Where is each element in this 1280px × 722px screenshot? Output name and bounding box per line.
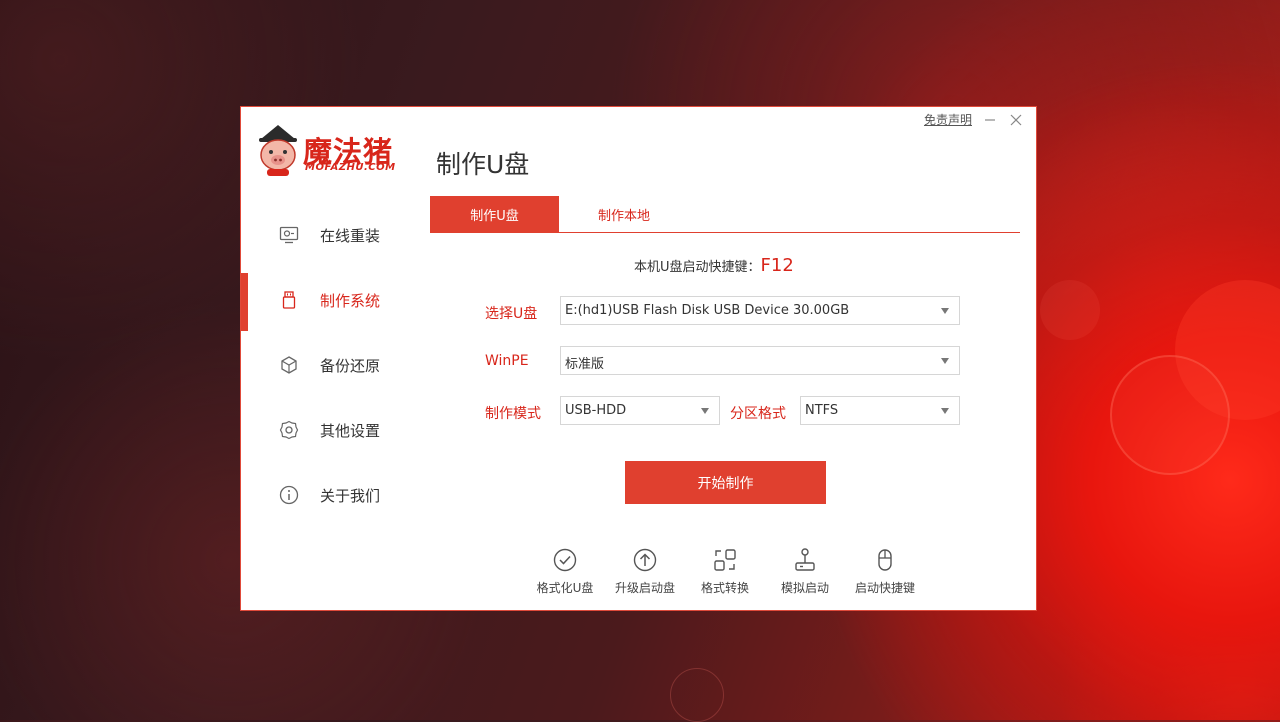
tool-upgrade-boot-disk[interactable]: 升级启动盘 <box>605 547 685 596</box>
sidebar-item-label: 其他设置 <box>320 422 381 440</box>
window-controls: 免责声明 <box>924 111 1024 128</box>
upload-circle-icon <box>633 548 657 572</box>
sidebar-item-label: 备份还原 <box>320 357 381 375</box>
mode-select-value: USB-HDD <box>565 403 627 418</box>
winpe-select-label: WinPE <box>485 353 529 369</box>
check-circle-icon <box>553 548 577 572</box>
minimize-icon <box>985 118 995 121</box>
tool-label: 启动快捷键 <box>854 581 915 595</box>
mode-select-label: 制作模式 <box>485 406 541 422</box>
tool-boot-hotkey[interactable]: 启动快捷键 <box>845 547 925 596</box>
hotkey-label: 本机U盘启动快捷键： <box>634 260 761 275</box>
usb-select-label: 选择U盘 <box>485 306 538 322</box>
sidebar: 在线重装 制作系统 备份还原 其他设置 关于我们 <box>241 203 421 528</box>
tool-label: 升级启动盘 <box>614 581 675 595</box>
monitor-icon <box>279 226 299 244</box>
close-button[interactable] <box>1008 112 1024 128</box>
tab-bar: 制作U盘 制作本地 <box>430 196 1020 233</box>
sidebar-item-backup-restore[interactable]: 备份还原 <box>241 333 421 398</box>
background-bokeh <box>1040 280 1100 340</box>
convert-icon <box>714 549 736 571</box>
partition-select[interactable]: NTFS <box>800 396 960 425</box>
tool-label: 模拟启动 <box>780 581 829 595</box>
usb-select[interactable]: E:(hd1)USB Flash Disk USB Device 30.00GB <box>560 296 960 325</box>
mode-select[interactable]: USB-HDD <box>560 396 720 425</box>
background-bokeh <box>1175 280 1280 420</box>
logo-subtext: MOFAZHU.COM <box>305 162 396 173</box>
sidebar-item-label: 制作系统 <box>320 292 381 310</box>
tool-label: 格式化U盘 <box>536 581 594 595</box>
tool-label: 格式转换 <box>700 581 749 595</box>
chevron-down-icon <box>941 308 949 314</box>
winpe-select[interactable]: 标准版 <box>560 346 960 375</box>
sidebar-item-make-system[interactable]: 制作系统 <box>241 268 421 333</box>
tab-make-local[interactable]: 制作本地 <box>559 196 689 232</box>
chevron-down-icon <box>941 408 949 414</box>
background-bokeh <box>1110 355 1230 475</box>
tab-make-usb[interactable]: 制作U盘 <box>430 196 559 232</box>
tool-format-usb[interactable]: 格式化U盘 <box>525 547 605 596</box>
start-make-button[interactable]: 开始制作 <box>625 461 826 504</box>
sidebar-item-about-us[interactable]: 关于我们 <box>241 463 421 528</box>
hotkey-info: 本机U盘启动快捷键：F12 <box>634 255 794 276</box>
chevron-down-icon <box>941 358 949 364</box>
background-bokeh <box>670 668 724 722</box>
disclaimer-link[interactable]: 免责声明 <box>924 111 972 128</box>
winpe-select-value: 标准版 <box>565 357 605 372</box>
info-icon <box>279 485 299 505</box>
tool-bar: 格式化U盘 升级启动盘 格式转换 模拟启动 启动快捷键 <box>525 547 925 596</box>
close-icon <box>1010 114 1022 125</box>
tool-simulate-boot[interactable]: 模拟启动 <box>765 547 845 596</box>
brand-logo: 魔法猪 MOFAZHU.COM <box>255 125 415 177</box>
backup-cube-icon <box>281 356 297 374</box>
gear-icon <box>279 420 299 440</box>
partition-select-label: 分区格式 <box>730 406 786 422</box>
minimize-button[interactable] <box>982 112 998 128</box>
partition-select-value: NTFS <box>805 403 839 418</box>
joystick-icon <box>795 548 815 571</box>
sidebar-item-other-settings[interactable]: 其他设置 <box>241 398 421 463</box>
sidebar-item-online-reinstall[interactable]: 在线重装 <box>241 203 421 268</box>
mouse-icon <box>878 549 892 571</box>
sidebar-item-label: 关于我们 <box>320 487 381 505</box>
hotkey-value: F12 <box>760 255 794 276</box>
page-title: 制作U盘 <box>436 150 530 179</box>
usb-drive-icon <box>282 291 296 309</box>
app-window: 魔法猪 MOFAZHU.COM 制作U盘 免责声明 在线重装 制作系统 备份还原… <box>240 106 1037 611</box>
sidebar-item-label: 在线重装 <box>320 227 381 245</box>
chevron-down-icon <box>701 408 709 414</box>
pig-mascot-icon <box>259 125 297 176</box>
tool-format-convert[interactable]: 格式转换 <box>685 547 765 596</box>
usb-select-value: E:(hd1)USB Flash Disk USB Device 30.00GB <box>565 303 850 318</box>
